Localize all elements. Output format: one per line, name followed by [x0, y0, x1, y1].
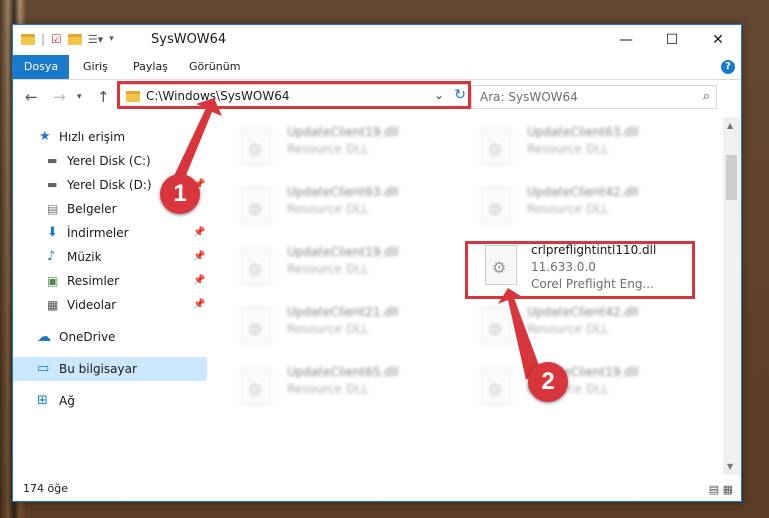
gear-icon: ⚙	[248, 260, 263, 279]
file-item[interactable]: ⚙ UpdateClient21.dll Resource DLL	[241, 303, 461, 353]
sidebar-item-local-disk-c[interactable]: ▬ Yerel Disk (C:)	[13, 149, 207, 173]
navigation-pane: ★ Hızlı erişim ▬ Yerel Disk (C:) ▬ Yerel…	[13, 117, 207, 475]
folder-icon	[21, 33, 35, 45]
pin-icon[interactable]: 📌	[193, 221, 205, 245]
sidebar-item-onedrive[interactable]: ☁ OneDrive	[13, 325, 207, 349]
search-placeholder: Ara: SysWOW64	[480, 90, 578, 104]
file-item[interactable]: ⚙ UpdateClient42.dll Resource DLL	[481, 303, 701, 353]
star-icon: ★	[39, 129, 51, 144]
tab-view[interactable]: Görünüm	[189, 55, 240, 79]
pin-icon[interactable]: 📌	[193, 245, 205, 269]
ribbon-tabs: Dosya Giriş Paylaş Görünüm ?	[13, 55, 741, 80]
network-icon: ⊞	[37, 393, 48, 408]
dll-file-icon: ⚙	[241, 367, 271, 405]
back-icon[interactable]: ←	[25, 88, 38, 106]
file-item[interactable]: ⚙ UpdateClient19.dll Resource DLL	[481, 363, 701, 413]
dll-file-icon: ⚙	[241, 307, 271, 345]
sidebar-item-this-pc[interactable]: ▭ Bu bilgisayar	[13, 357, 207, 381]
drive-icon: ▬	[47, 154, 58, 167]
file-item[interactable]: ⚙ UpdateClient19.dll Resource DLL	[241, 123, 461, 173]
view-options-icon[interactable]: ☰▾	[88, 33, 103, 46]
title-bar: | ☑ ☰▾ ▾ SysWOW64 — ☐ ✕	[13, 25, 741, 55]
view-toggle-icons[interactable]: ▤ ▦	[709, 483, 733, 496]
gear-icon: ⚙	[248, 200, 263, 219]
file-item[interactable]: ⚙ UpdateClient63.dll Resource DLL	[241, 183, 461, 233]
properties-icon[interactable]: ☑	[51, 32, 62, 46]
address-highlight-box	[117, 81, 471, 109]
dll-file-icon: ⚙	[241, 247, 271, 285]
sidebar-item-quick-access[interactable]: ★ Hızlı erişim	[13, 125, 207, 149]
gear-icon: ⚙	[248, 380, 263, 399]
drive-icon: ▬	[47, 178, 58, 191]
gear-icon: ⚙	[488, 200, 503, 219]
scroll-up-icon[interactable]: ▲	[727, 121, 733, 130]
help-icon[interactable]: ?	[721, 60, 735, 74]
vertical-scrollbar[interactable]: ▲ ▼	[723, 117, 740, 475]
videos-icon: ▦	[47, 298, 59, 312]
tab-share[interactable]: Paylaş	[133, 55, 168, 79]
pictures-icon: ▣	[47, 274, 59, 288]
quick-access-toolbar: | ☑ ☰▾ ▾	[21, 32, 114, 46]
sidebar-item-network[interactable]: ⊞ Ağ	[13, 389, 207, 413]
dll-file-icon: ⚙	[241, 187, 271, 225]
file-item[interactable]: ⚙ UpdateClient19.dll Resource DLL	[241, 243, 461, 293]
file-item[interactable]: ⚙ UpdateClient63.dll Resource DLL	[481, 123, 701, 173]
gear-icon: ⚙	[488, 320, 503, 339]
minimize-button[interactable]: —	[603, 25, 649, 55]
status-bar: 174 öğe ▤ ▦	[13, 477, 741, 501]
dll-file-icon: ⚙	[481, 307, 511, 345]
gear-icon: ⚙	[488, 140, 503, 159]
close-button[interactable]: ✕	[695, 25, 741, 55]
file-item[interactable]: ⚙ UpdateClient42.dll Resource DLL	[481, 183, 701, 233]
gear-icon: ⚙	[488, 380, 503, 399]
tab-file[interactable]: Dosya	[13, 55, 69, 79]
item-count: 174 öğe	[23, 482, 68, 495]
forward-icon[interactable]: →	[53, 88, 66, 106]
file-item[interactable]: ⚙ UpdateClient65.dll Resource DLL	[241, 363, 461, 413]
documents-icon: ▤	[47, 202, 59, 216]
tab-home[interactable]: Giriş	[83, 55, 108, 79]
scrollbar-thumb[interactable]	[726, 155, 737, 200]
new-folder-icon[interactable]	[67, 33, 82, 45]
gear-icon: ⚙	[248, 320, 263, 339]
cloud-icon: ☁	[37, 329, 51, 345]
up-icon[interactable]: ↑	[97, 88, 110, 106]
sidebar-item-downloads[interactable]: ⬇ İndirmeler 📌	[13, 221, 207, 245]
dll-file-icon: ⚙	[481, 127, 511, 165]
sidebar-item-pictures[interactable]: ▣ Resimler 📌	[13, 269, 207, 293]
recent-locations-icon[interactable]: ▾	[77, 92, 82, 102]
callout-2: 2	[528, 362, 568, 402]
download-icon: ⬇	[47, 225, 58, 240]
music-icon: ♪	[47, 249, 56, 264]
dll-file-icon: ⚙	[241, 127, 271, 165]
computer-icon: ▭	[37, 361, 50, 376]
maximize-button[interactable]: ☐	[649, 25, 695, 55]
sidebar-item-music[interactable]: ♪ Müzik 📌	[13, 245, 207, 269]
dll-file-icon: ⚙	[481, 367, 511, 405]
dll-file-icon: ⚙	[481, 187, 511, 225]
callout-1: 1	[160, 174, 200, 214]
gear-icon: ⚙	[248, 140, 263, 159]
pin-icon[interactable]: 📌	[193, 293, 205, 317]
scroll-down-icon[interactable]: ▼	[727, 462, 733, 471]
file-highlight-box	[465, 241, 695, 299]
search-input[interactable]: Ara: SysWOW64 ⌕	[471, 85, 717, 109]
pin-icon[interactable]: 📌	[193, 269, 205, 293]
customize-toolbar-icon[interactable]: ▾	[109, 34, 114, 44]
search-icon: ⌕	[702, 89, 710, 104]
sidebar-item-videos[interactable]: ▦ Videolar 📌	[13, 293, 207, 317]
window-title: SysWOW64	[151, 32, 227, 47]
